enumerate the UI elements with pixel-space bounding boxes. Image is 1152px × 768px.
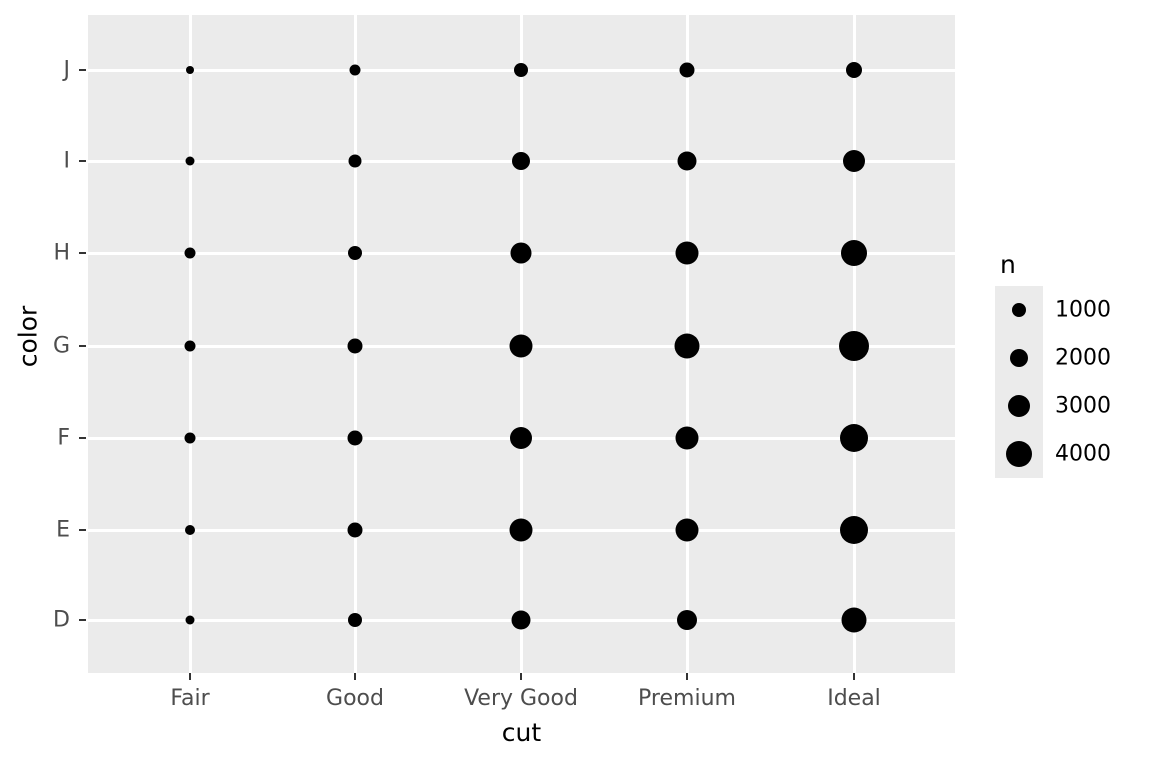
x-tick-mark-premium xyxy=(686,673,688,680)
y-tick-mark-G xyxy=(79,345,86,347)
data-point xyxy=(840,516,868,544)
data-point xyxy=(184,340,196,352)
y-tick-label-J: J xyxy=(63,57,71,83)
data-point xyxy=(677,610,697,630)
x-tick-label-fair: Fair xyxy=(170,686,210,711)
y-tick-mark-I xyxy=(79,160,86,162)
x-tick-label-ideal: Ideal xyxy=(827,686,881,711)
data-point xyxy=(348,246,362,260)
x-tick-mark-good xyxy=(354,673,356,680)
data-point xyxy=(185,615,195,625)
x-tick-label-very-good: Very Good xyxy=(464,686,578,711)
x-tick-label-premium: Premium xyxy=(638,686,736,711)
data-point xyxy=(347,430,363,446)
ggplot-bubble-chart: color JIHGFED Fair Good Very Good Premium Id… xyxy=(0,0,1152,768)
y-tick-mark-J xyxy=(79,69,86,71)
legend-key: 4000 xyxy=(995,430,1111,478)
y-tick-label-H: H xyxy=(53,240,70,266)
data-point xyxy=(679,62,695,78)
x-tick-mark-ideal xyxy=(853,673,855,680)
y-tick-mark-D xyxy=(79,619,86,621)
data-point xyxy=(839,331,869,361)
legend-keys: 1000 2000 3000 4000 xyxy=(995,286,1111,478)
data-point xyxy=(675,426,699,450)
y-tick-label-E: E xyxy=(56,517,70,543)
data-point xyxy=(510,242,532,264)
y-tick-label-G: G xyxy=(52,333,70,359)
data-point xyxy=(674,333,700,359)
data-point xyxy=(843,150,865,172)
data-point xyxy=(512,152,530,170)
legend-key-dot xyxy=(1012,303,1026,317)
data-point xyxy=(510,427,532,449)
y-tick-mark-F xyxy=(79,437,86,439)
data-point xyxy=(846,62,862,78)
plot-panel xyxy=(88,15,955,673)
y-tick-label-F: F xyxy=(57,425,70,451)
legend-key-label: 2000 xyxy=(1055,345,1111,371)
x-tick-mark-fair xyxy=(189,673,191,680)
legend-key: 1000 xyxy=(995,286,1111,334)
x-tick-mark-very-good xyxy=(520,673,522,680)
data-point xyxy=(677,151,697,171)
data-point xyxy=(511,610,531,630)
data-point xyxy=(514,63,528,77)
data-point xyxy=(347,522,363,538)
legend-key-label: 4000 xyxy=(1055,441,1111,467)
data-point xyxy=(185,156,195,166)
y-tick-mark-E xyxy=(79,529,86,531)
data-point xyxy=(841,240,867,266)
data-point xyxy=(347,338,363,354)
legend-key-label: 1000 xyxy=(1055,297,1111,323)
legend-key-dot xyxy=(1006,441,1032,467)
data-point xyxy=(348,613,362,627)
legend-key: 3000 xyxy=(995,382,1111,430)
legend-key-dot xyxy=(1008,395,1030,417)
x-tick-label-good: Good xyxy=(326,686,384,711)
data-point xyxy=(184,432,196,444)
data-point xyxy=(185,525,195,535)
data-point xyxy=(186,66,194,74)
y-tick-mark-H xyxy=(79,252,86,254)
data-point xyxy=(675,518,699,542)
legend-key: 2000 xyxy=(995,334,1111,382)
data-point xyxy=(348,154,362,168)
x-axis-title: cut xyxy=(501,718,542,747)
legend-key-label: 3000 xyxy=(1055,393,1111,419)
data-point xyxy=(349,64,361,76)
data-point xyxy=(675,241,699,265)
data-point xyxy=(509,334,533,358)
y-tick-label-D: D xyxy=(53,607,70,633)
data-point xyxy=(840,424,868,452)
legend-key-dot xyxy=(1010,349,1028,367)
data-point xyxy=(841,607,867,633)
y-tick-label-I: I xyxy=(63,148,71,174)
data-point xyxy=(509,518,533,542)
legend-title: n xyxy=(1000,250,1016,279)
data-point xyxy=(184,247,196,259)
